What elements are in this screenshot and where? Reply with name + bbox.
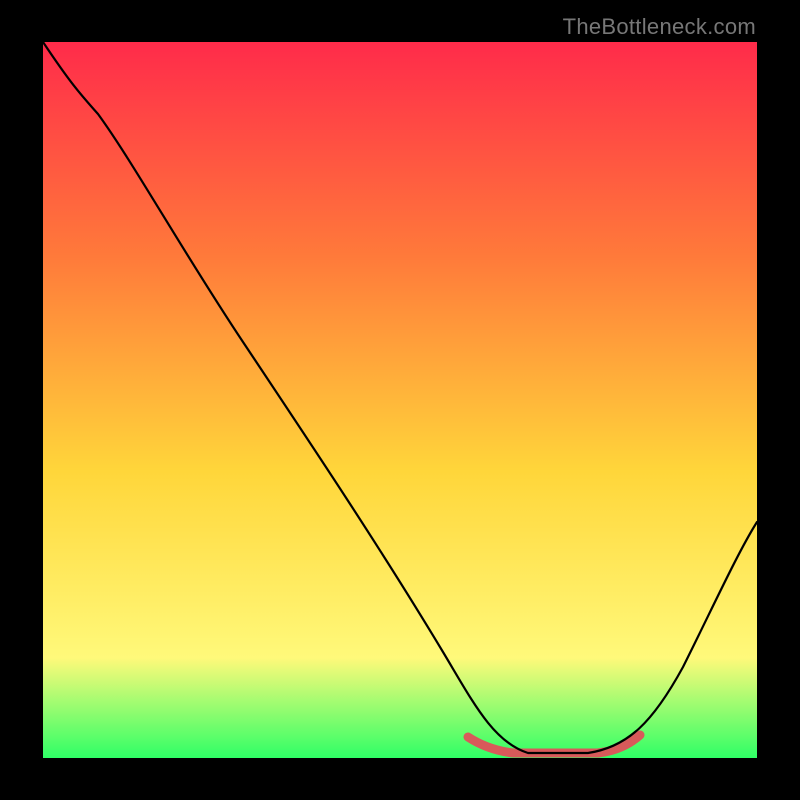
- plot-area: [43, 42, 757, 758]
- watermark-text: TheBottleneck.com: [563, 14, 756, 40]
- plot-svg: [43, 42, 757, 758]
- gradient-background: [43, 42, 757, 758]
- chart-frame: TheBottleneck.com: [0, 0, 800, 800]
